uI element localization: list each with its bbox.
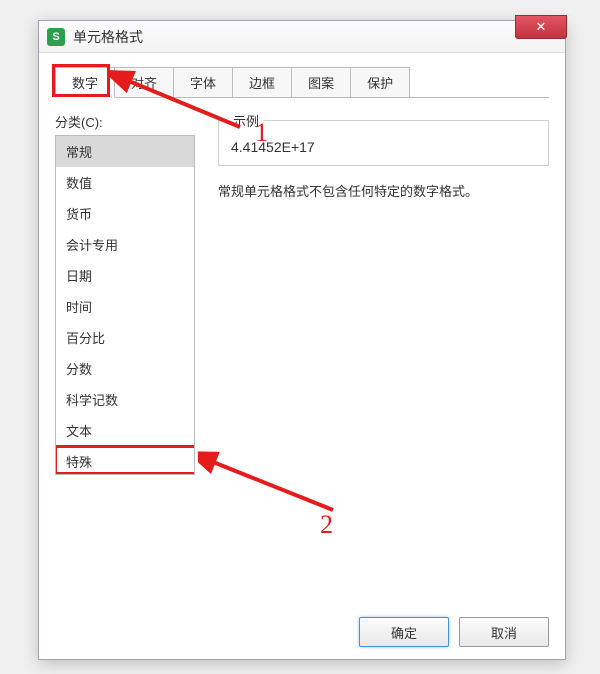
tab-protection[interactable]: 保护 [350,67,410,97]
format-description: 常规单元格格式不包含任何特定的数字格式。 [218,182,549,203]
example-group: 示例 4.41452E+17 [218,120,549,166]
dialog-title: 单元格格式 [73,27,143,47]
example-legend: 示例 [229,111,263,130]
app-icon: S [47,28,65,46]
right-panel: 示例 4.41452E+17 常规单元格格式不包含任何特定的数字格式。 [200,112,549,622]
category-item-text[interactable]: 文本 [56,415,194,446]
close-icon: ✕ [536,19,547,35]
cancel-button[interactable]: 取消 [459,617,549,647]
dialog-content: 数字 对齐 字体 边框 图案 保护 分类(C): 常规 数值 货币 会计专用 日… [39,53,565,659]
tab-pattern[interactable]: 图案 [291,67,351,97]
category-item-date[interactable]: 日期 [56,260,194,291]
category-item-percentage[interactable]: 百分比 [56,322,194,353]
tab-border[interactable]: 边框 [232,67,292,97]
tab-bar: 数字 对齐 字体 边框 图案 保护 [55,67,549,98]
category-item-general[interactable]: 常规 [56,136,194,167]
cell-format-dialog: S 单元格格式 ✕ 数字 对齐 字体 边框 图案 保护 分类(C): 常规 数值… [38,20,566,660]
category-item-currency[interactable]: 货币 [56,198,194,229]
tab-alignment[interactable]: 对齐 [114,67,174,97]
body-area: 分类(C): 常规 数值 货币 会计专用 日期 时间 百分比 分数 科学记数 文… [55,112,549,622]
category-label: 分类(C): [55,112,200,131]
tab-font[interactable]: 字体 [173,67,233,97]
category-item-time[interactable]: 时间 [56,291,194,322]
titlebar: S 单元格格式 ✕ [39,21,565,53]
example-value: 4.41452E+17 [231,139,536,155]
category-section: 分类(C): 常规 数值 货币 会计专用 日期 时间 百分比 分数 科学记数 文… [55,112,200,622]
button-row: 确定 取消 [359,617,549,647]
category-item-special[interactable]: 特殊 [56,446,194,475]
category-item-number[interactable]: 数值 [56,167,194,198]
category-list[interactable]: 常规 数值 货币 会计专用 日期 时间 百分比 分数 科学记数 文本 特殊 自定… [55,135,195,475]
tab-number[interactable]: 数字 [55,67,115,98]
ok-button[interactable]: 确定 [359,617,449,647]
category-item-accounting[interactable]: 会计专用 [56,229,194,260]
close-button[interactable]: ✕ [515,15,567,39]
category-item-fraction[interactable]: 分数 [56,353,194,384]
category-item-scientific[interactable]: 科学记数 [56,384,194,415]
